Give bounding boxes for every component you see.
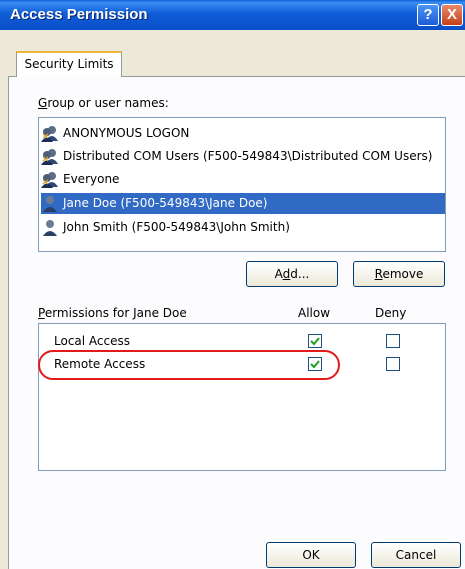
group-user-listbox[interactable]: ANONYMOUS LOGON Distributed COM Users (F…: [38, 117, 446, 252]
list-item-john-smith[interactable]: John Smith (F500-549843\John Smith): [41, 217, 445, 238]
remote-access-deny-checkbox[interactable]: [386, 357, 400, 371]
add-button[interactable]: Add...: [246, 261, 338, 287]
list-item-label: Jane Doe (F500-549843\Jane Doe): [63, 196, 268, 210]
help-button[interactable]: ?: [417, 4, 439, 26]
list-item-label: John Smith (F500-549843\John Smith): [63, 220, 290, 234]
list-item-everyone[interactable]: Everyone: [41, 169, 445, 190]
list-item-label: Everyone: [63, 172, 120, 186]
list-item-label: ANONYMOUS LOGON: [63, 126, 190, 140]
permissions-label: Permissions for Jane Doe: [38, 306, 187, 320]
window-title: Access Permission: [10, 6, 148, 23]
allow-column-header: Allow: [298, 306, 331, 320]
list-item-anonymous-logon[interactable]: ANONYMOUS LOGON: [41, 123, 445, 144]
list-item-label: Distributed COM Users (F500-549843\Distr…: [63, 149, 433, 163]
check-icon: [310, 337, 320, 346]
deny-column-header: Deny: [375, 306, 407, 320]
group-names-label: Group or user names:: [38, 96, 169, 110]
title-bar[interactable]: Access Permission ? X: [0, 0, 465, 30]
group-icon: [41, 149, 58, 165]
list-item-jane-doe[interactable]: Jane Doe (F500-549843\Jane Doe): [41, 193, 445, 214]
access-permission-dialog: Access Permission ? X Security Limits Gr…: [0, 0, 465, 569]
ok-button[interactable]: OK: [266, 542, 356, 568]
tab-security-limits[interactable]: Security Limits: [16, 51, 122, 77]
local-access-deny-checkbox[interactable]: [386, 334, 400, 348]
user-icon: [43, 196, 57, 212]
permission-local-access-label: Local Access: [54, 334, 130, 348]
close-button[interactable]: X: [441, 4, 463, 26]
remote-access-highlight-oval: [38, 350, 340, 380]
list-item-distributed-com-users[interactable]: Distributed COM Users (F500-549843\Distr…: [41, 146, 445, 167]
user-icon: [43, 220, 57, 236]
remove-button[interactable]: Remove: [353, 261, 445, 287]
cancel-button[interactable]: Cancel: [371, 542, 461, 568]
group-icon: [41, 126, 58, 142]
local-access-allow-checkbox[interactable]: [308, 334, 322, 348]
group-icon: [41, 172, 58, 188]
